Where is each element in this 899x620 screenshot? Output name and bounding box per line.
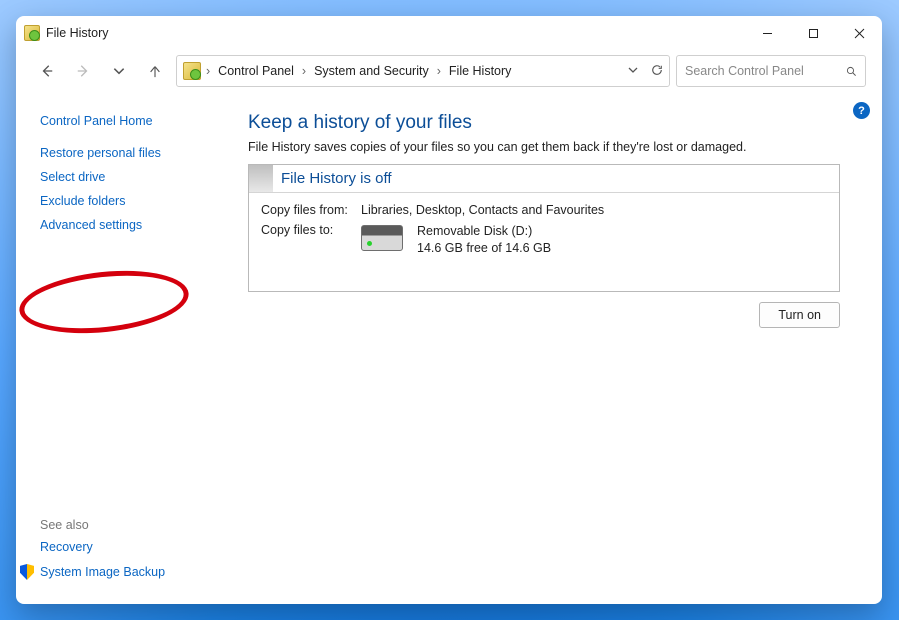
sidebar: Control Panel Home Restore personal file… [16, 96, 240, 604]
actions: Turn on [248, 302, 840, 328]
window-title: File History [46, 26, 109, 40]
page-heading: Keep a history of your files [248, 112, 840, 134]
see-also-system-image-backup[interactable]: System Image Backup [20, 564, 240, 580]
minimize-button[interactable] [744, 16, 790, 50]
chevron-right-icon: › [205, 64, 211, 78]
sidebar-item-select-drive[interactable]: Select drive [40, 170, 240, 184]
turn-on-button[interactable]: Turn on [759, 302, 840, 328]
status-panel: File History is off Copy files from: Lib… [248, 164, 840, 292]
body: ? Control Panel Home Restore personal fi… [16, 96, 882, 604]
refresh-icon[interactable] [651, 64, 663, 79]
breadcrumb-control-panel[interactable]: Control Panel [215, 62, 297, 80]
breadcrumb-file-history[interactable]: File History [446, 62, 515, 80]
close-button[interactable] [836, 16, 882, 50]
annotation-circle [16, 263, 191, 340]
see-also-label: Recovery [40, 540, 93, 554]
search-input[interactable] [685, 64, 846, 78]
copy-from-label: Copy files from: [261, 203, 361, 217]
see-also-label: System Image Backup [40, 565, 165, 579]
copy-to-label: Copy files to: [261, 223, 361, 257]
drive-name: Removable Disk (D:) [417, 223, 551, 240]
search-box[interactable] [676, 55, 866, 87]
chevron-right-icon: › [301, 64, 307, 78]
shield-icon [20, 564, 34, 580]
panel-body: Copy files from: Libraries, Desktop, Con… [249, 193, 839, 291]
forward-button[interactable] [68, 57, 98, 85]
breadcrumb-system-security[interactable]: System and Security [311, 62, 432, 80]
back-button[interactable] [32, 57, 62, 85]
chevron-right-icon: › [436, 64, 442, 78]
status-title: File History is off [273, 170, 392, 187]
recent-dropdown-icon[interactable] [104, 57, 134, 85]
copy-from-value: Libraries, Desktop, Contacts and Favouri… [361, 203, 604, 217]
window: File History › Con [16, 16, 882, 604]
sidebar-item-restore[interactable]: Restore personal files [40, 146, 240, 160]
up-button[interactable] [140, 57, 170, 85]
panel-header: File History is off [249, 165, 839, 193]
main-content: Keep a history of your files File Histor… [240, 96, 882, 604]
panel-stripe [249, 165, 273, 192]
drive-icon [361, 225, 403, 251]
see-also-recovery[interactable]: Recovery [40, 540, 240, 554]
drive-free: 14.6 GB free of 14.6 GB [417, 240, 551, 257]
sidebar-item-advanced-settings[interactable]: Advanced settings [40, 218, 240, 232]
titlebar: File History [16, 16, 882, 50]
page-subtext: File History saves copies of your files … [248, 140, 840, 154]
nav-row: › Control Panel › System and Security › … [16, 50, 882, 96]
control-panel-home-link[interactable]: Control Panel Home [40, 114, 240, 128]
address-bar[interactable]: › Control Panel › System and Security › … [176, 55, 670, 87]
maximize-button[interactable] [790, 16, 836, 50]
address-icon [183, 62, 201, 80]
window-controls [744, 16, 882, 50]
drive-text: Removable Disk (D:) 14.6 GB free of 14.6… [417, 223, 551, 257]
see-also-header: See also [40, 512, 240, 532]
sidebar-item-exclude-folders[interactable]: Exclude folders [40, 194, 240, 208]
app-icon [24, 25, 40, 41]
address-dropdown-icon[interactable] [627, 64, 639, 79]
search-icon [846, 65, 857, 78]
